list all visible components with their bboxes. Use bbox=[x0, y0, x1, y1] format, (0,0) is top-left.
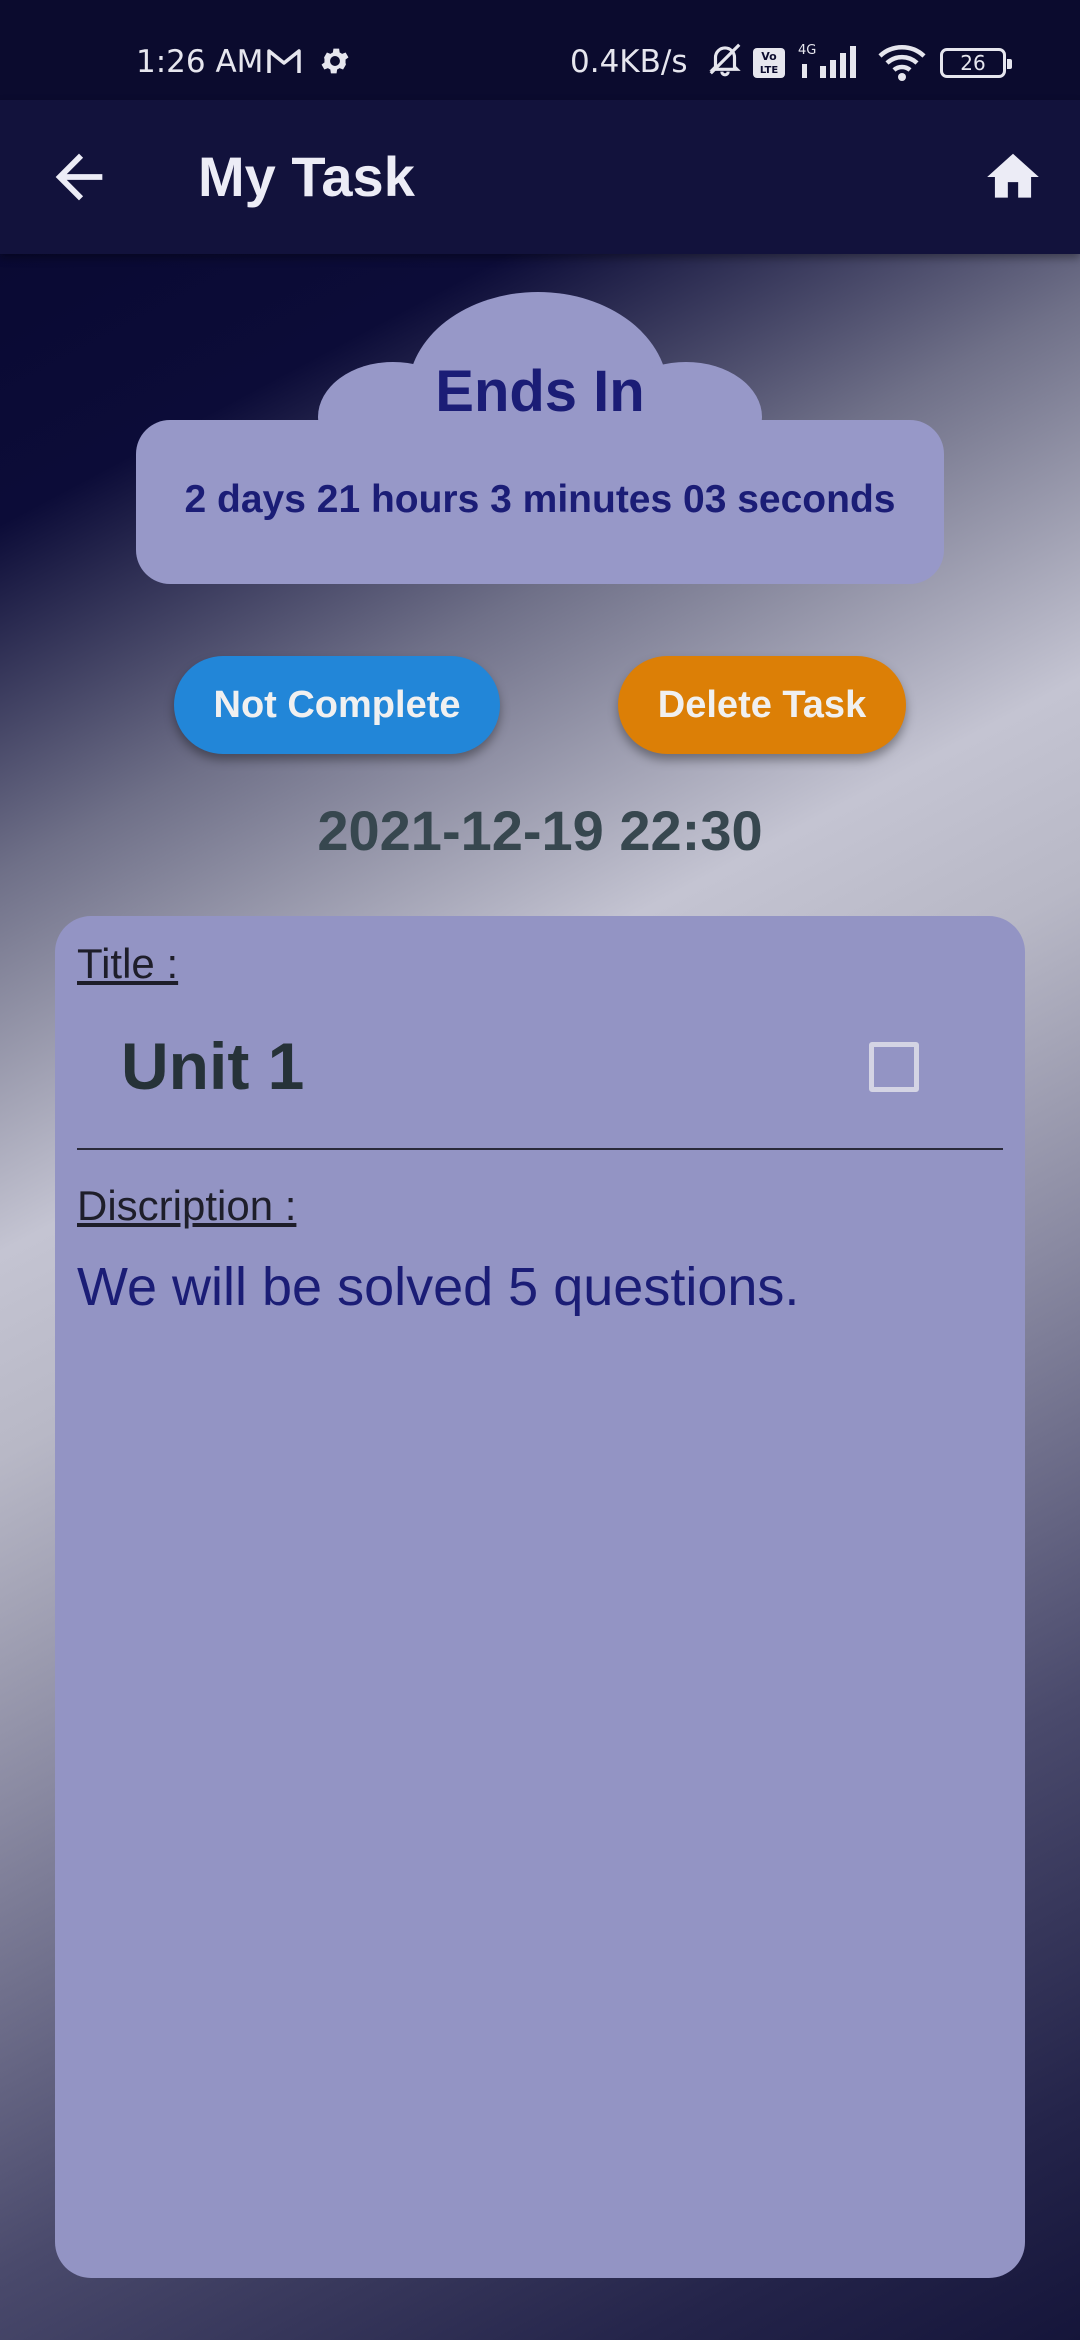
wifi-icon bbox=[876, 42, 928, 90]
svg-text:4G: 4G bbox=[798, 43, 816, 58]
mute-icon bbox=[706, 40, 744, 86]
complete-checkbox[interactable] bbox=[869, 1042, 919, 1092]
app-bar: My Task bbox=[0, 100, 1080, 254]
task-card: Title : Unit 1 Discription : We will be … bbox=[55, 916, 1025, 2278]
title-label: Title : bbox=[77, 940, 179, 987]
battery-icon: 26 bbox=[940, 48, 1012, 78]
volte-icon: Vo LTE bbox=[752, 47, 786, 87]
task-description: We will be solved 5 questions. bbox=[77, 1257, 800, 1317]
status-time: 1:26 AM bbox=[136, 44, 264, 80]
svg-text:Vo: Vo bbox=[761, 50, 777, 63]
gmail-icon bbox=[266, 47, 302, 83]
divider bbox=[77, 1148, 1003, 1150]
page-title: My Task bbox=[198, 145, 415, 208]
svg-text:LTE: LTE bbox=[760, 65, 779, 76]
delete-task-button[interactable]: Delete Task bbox=[618, 656, 906, 754]
due-date: 2021-12-19 22:30 bbox=[317, 799, 763, 862]
home-button[interactable] bbox=[982, 146, 1044, 208]
description-label: Discription : bbox=[77, 1182, 297, 1229]
arrow-left-icon bbox=[55, 153, 103, 201]
countdown-text: 2 days 21 hours 3 minutes 03 seconds bbox=[184, 478, 896, 521]
settings-icon bbox=[318, 44, 352, 86]
network-speed: 0.4KB/s bbox=[570, 44, 688, 80]
ends-in-heading: Ends In bbox=[435, 359, 645, 424]
status-bar: 1:26 AM 0.4KB/s Vo LTE 4G 26 bbox=[0, 0, 1080, 100]
back-button[interactable] bbox=[44, 142, 114, 212]
signal-icon: 4G bbox=[796, 42, 862, 88]
home-icon bbox=[987, 153, 1039, 198]
task-title: Unit 1 bbox=[121, 1029, 305, 1103]
not-complete-button[interactable]: Not Complete bbox=[174, 656, 500, 754]
